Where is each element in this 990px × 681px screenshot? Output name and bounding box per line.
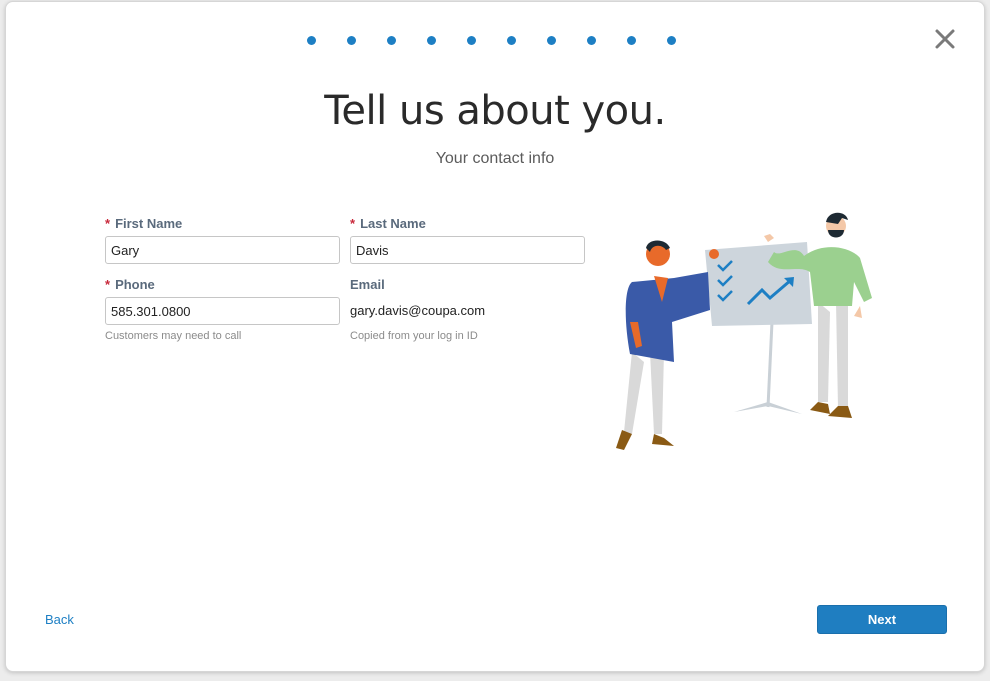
email-value: gary.davis@coupa.com: [350, 303, 486, 318]
last-name-label: * Last Name: [350, 216, 585, 232]
first-name-field: * First Name: [105, 216, 340, 264]
phone-hint: Customers may need to call: [105, 330, 242, 342]
step-dot: [427, 36, 436, 45]
email-label: Email: [350, 277, 385, 292]
step-dot: [467, 36, 476, 45]
step-dot: [587, 36, 596, 45]
step-dot: [547, 36, 556, 45]
step-indicator: [307, 36, 707, 45]
phone-field: * Phone Customers may need to call: [105, 277, 340, 342]
first-name-input[interactable]: [105, 236, 340, 264]
first-name-label: * First Name: [105, 216, 340, 232]
back-link[interactable]: Back: [45, 612, 74, 627]
phone-label: * Phone: [105, 277, 340, 293]
email-hint: Copied from your log in ID: [350, 330, 478, 342]
step-dot: [507, 36, 516, 45]
required-mark: *: [105, 216, 111, 231]
phone-input[interactable]: [105, 297, 340, 325]
step-dot: [387, 36, 396, 45]
two-people-presenting-chart-illustration: [602, 202, 887, 457]
next-button[interactable]: Next: [817, 605, 947, 634]
required-mark: *: [350, 216, 356, 231]
last-name-input[interactable]: [350, 236, 585, 264]
step-dot: [347, 36, 356, 45]
step-dot: [627, 36, 636, 45]
phone-label-text: Phone: [115, 277, 155, 292]
step-dot: [667, 36, 676, 45]
wizard-dialog: Tell us about you. Your contact info * Fi…: [5, 1, 985, 672]
page-subtitle: Your contact info: [435, 150, 555, 167]
last-name-field: * Last Name: [350, 216, 585, 264]
last-name-label-text: Last Name: [360, 216, 426, 231]
close-icon[interactable]: [934, 28, 956, 50]
email-field: Email gary.davis@coupa.com Copied from y…: [350, 277, 585, 342]
first-name-label-text: First Name: [115, 216, 183, 231]
page-title: Tell us about you.: [324, 88, 666, 134]
required-mark: *: [105, 277, 111, 292]
step-dot: [307, 36, 316, 45]
